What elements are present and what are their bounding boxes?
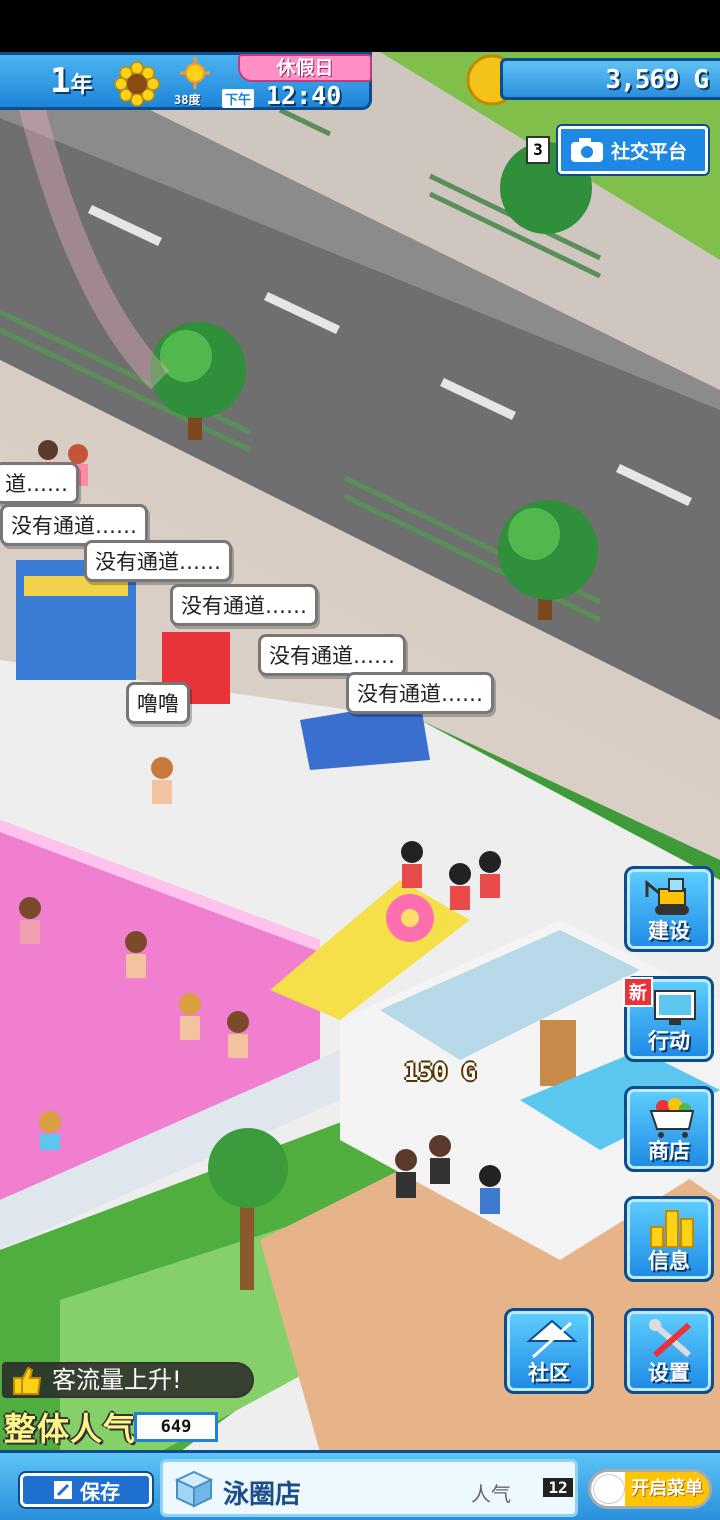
date-time-panel: 1年 休假日 38度 下午 12:40: [0, 52, 372, 110]
shop-label: 商店: [648, 1139, 690, 1163]
money-display: 3,569 G: [500, 58, 720, 100]
community-label: 社区: [528, 1361, 570, 1385]
social-platform-label: 社交平台: [611, 140, 688, 163]
community-house-icon: [526, 1319, 578, 1359]
camera-icon: [571, 138, 603, 162]
bottom-bar: 保存 泳圈店 人气 12 开启菜单: [0, 1450, 720, 1520]
thumbs-up-icon: [13, 1366, 42, 1395]
action-button[interactable]: 新 行动: [623, 976, 714, 1062]
store-name: 泳圈店: [223, 1480, 302, 1510]
temperature: 38度: [174, 93, 201, 107]
save-label: 保存: [80, 1479, 120, 1504]
year-number: 1: [50, 61, 71, 101]
overall-popularity-value: 649: [134, 1412, 218, 1442]
overall-popularity-label: 整体人气: [4, 1410, 137, 1448]
new-badge: 新: [623, 977, 653, 1007]
sun-weather-icon: [180, 57, 210, 89]
ampm-indicator: 下午: [222, 89, 255, 108]
holiday-banner: 休假日: [238, 54, 372, 82]
settings-label: 设置: [648, 1361, 690, 1385]
clock-time: 12:40: [266, 81, 342, 110]
open-menu-toggle[interactable]: 开启菜单: [588, 1469, 712, 1509]
store-popularity-value: 12: [543, 1478, 573, 1497]
speech-bubble: 道……: [0, 462, 79, 504]
overall-popularity: 整体人气 649: [0, 1402, 226, 1450]
build-label: 建设: [648, 919, 690, 943]
customer-traffic-notice: 客流量上升!: [2, 1362, 254, 1398]
speech-bubble: 噜噜: [126, 682, 190, 724]
toggle-knob: [593, 1474, 625, 1504]
settings-button[interactable]: 设置: [624, 1308, 714, 1394]
selected-store-panel[interactable]: 泳圈店 人气 12: [160, 1459, 578, 1517]
action-label: 行动: [648, 1029, 690, 1053]
monitor-icon: [654, 990, 696, 1025]
info-label: 信息: [648, 1249, 690, 1273]
year-unit: 年: [70, 73, 93, 98]
save-edit-icon: [54, 1481, 72, 1499]
shopping-cart-icon: [649, 1098, 695, 1138]
money-amount: 3,569 G: [605, 65, 709, 95]
game-screen[interactable]: 1年 休假日 38度 下午 12:40 3,569 G 3 社交平台 道…… 没: [0, 0, 720, 1520]
shop-button[interactable]: 商店: [624, 1086, 714, 1172]
wrench-screwdriver-icon: [649, 1319, 691, 1358]
build-button[interactable]: 建设: [624, 866, 714, 952]
community-button[interactable]: 社区: [504, 1308, 594, 1394]
game-map[interactable]: [0, 0, 720, 1520]
speech-bubble: 没有通道……: [346, 672, 494, 714]
floating-money-gain: 150 G: [404, 1058, 477, 1086]
speech-bubble: 没有通道……: [84, 540, 232, 582]
sunflower-icon: [114, 61, 160, 107]
save-button[interactable]: 保存: [20, 1473, 152, 1507]
bar-chart-icon: [650, 1210, 694, 1248]
speech-bubble: 没有通道……: [258, 634, 406, 676]
year-display: 1年: [50, 61, 93, 101]
speech-bubble: 没有通道……: [170, 584, 318, 626]
open-menu-label: 开启菜单: [625, 1472, 709, 1506]
store-cube-icon: [174, 1470, 214, 1508]
social-platform-button[interactable]: 社交平台: [558, 126, 708, 174]
notice-text: 客流量上升!: [52, 1366, 182, 1394]
excavator-icon: [645, 878, 689, 915]
store-popularity-label: 人气: [471, 1482, 511, 1506]
social-notification-count: 3: [526, 136, 550, 164]
info-button[interactable]: 信息: [624, 1196, 714, 1282]
